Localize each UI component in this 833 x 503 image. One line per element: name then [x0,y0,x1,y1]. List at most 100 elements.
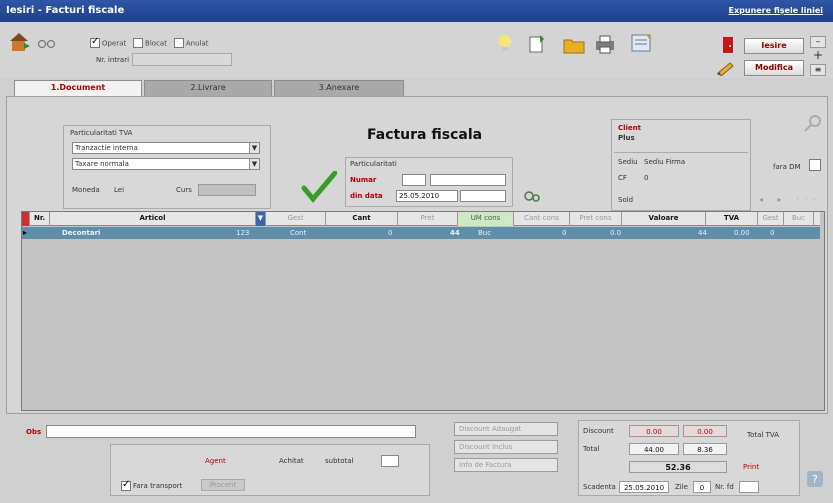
curs-field[interactable] [198,184,256,196]
col-cant-cons[interactable]: Cant cons [514,212,570,226]
achitat-label: Achitat [279,457,304,465]
invoice-window: Iesiri - Facturi fiscale Expunere fișele… [0,0,833,503]
plus-icon[interactable]: + [810,49,826,62]
tva-panel: Particularitati TVA Tranzactie interna ▼ … [63,125,271,209]
confirm-check-icon[interactable] [301,170,338,203]
footer-panel: Obs Agent Achitat subtotal Fara transpor… [0,414,833,503]
client-name[interactable]: Plus [618,134,635,142]
exit-door-icon[interactable] [722,36,734,54]
fara-dm-checkbox[interactable] [809,159,821,171]
fara-transport-option[interactable]: Fara transport [121,479,182,491]
new-document-icon[interactable] [528,34,546,54]
discount-value-2: 0.00 [683,425,727,437]
folder-icon[interactable] [563,36,585,54]
subtotal-label: subtotal [325,457,354,465]
total-value-1: 44.00 [629,443,679,455]
agent-panel: Agent Achitat subtotal Fara transport Pr… [110,444,430,496]
flag-anulat[interactable]: Anulat [173,38,208,49]
cell-pret[interactable]: 44 [450,227,460,239]
discount-adaugat-button[interactable]: Discount Adaugat [454,422,558,436]
cell-cant[interactable]: 0 [388,227,392,239]
cell-um[interactable]: Buc [478,227,491,239]
col-nr[interactable]: Nr. [30,212,50,226]
svg-text:?: ? [812,473,818,486]
cell-pret-cons[interactable]: 0.0 [610,227,621,239]
tab-livrare[interactable]: 2.Livrare [144,80,272,96]
obs-field[interactable] [46,425,416,438]
serie-field[interactable] [402,174,426,186]
numar-field[interactable] [430,174,506,186]
cell-cant-cons[interactable]: 0 [562,227,566,239]
achitat-field[interactable] [381,455,399,467]
info-factura-button[interactable]: Info de Factura [454,458,558,472]
cell-gest2[interactable]: 0 [770,227,774,239]
col-gest[interactable]: Gest [266,212,326,226]
col-valoare[interactable]: Valoare [622,212,706,226]
discount-inclus-button[interactable]: Discount Inclus [454,440,558,454]
articles-grid: Nr. Articol ▼ Gest Cant Pret UM cons Can… [21,211,825,411]
partid-title: Particularitati [350,160,397,168]
cell-gest[interactable]: Cont [290,227,306,239]
zile-field[interactable]: 0 [693,481,711,493]
collapse-icon[interactable]: – [810,36,826,48]
tranzactie-select[interactable]: Tranzactie interna ▼ [72,142,260,154]
home-icon[interactable] [8,32,32,54]
col-tva[interactable]: TVA [706,212,758,226]
curs-label: Curs [176,186,192,194]
refresh-icon[interactable] [523,189,541,203]
nr-field[interactable] [739,481,759,493]
table-row[interactable]: ▸ Decontari 123 Cont 0 44 Buc 0 0.0 44 0… [22,227,820,239]
window-title: Iesiri - Facturi fiscale [6,5,125,16]
flag-operat[interactable]: Operat [90,36,126,49]
glasses-icon[interactable] [37,36,56,50]
lightbulb-icon[interactable] [498,34,512,54]
grand-total: 52.36 [629,461,727,473]
taxare-select[interactable]: Taxare normala ▼ [72,158,260,170]
din-data-field[interactable]: 25.05.2010 [396,190,458,202]
col-pret-cons[interactable]: Pret cons [570,212,622,226]
help-icon[interactable]: ? [806,470,824,488]
print-label[interactable]: Print [743,463,759,471]
printer-icon[interactable] [594,35,616,54]
col-gest2[interactable]: Gest [758,212,784,226]
sediu-value[interactable]: Sediu Firma [644,158,685,166]
status-flags: Operat Blocat Anulat [90,36,240,50]
nr-intrari-field[interactable] [132,53,232,66]
col-pret[interactable]: Pret [398,212,458,226]
total-value-2: 8.36 [683,443,727,455]
col-articol[interactable]: Articol [50,212,256,226]
flag-blocat[interactable]: Blocat [133,38,167,49]
grid-header: Nr. Articol ▼ Gest Cant Pret UM cons Can… [22,212,820,226]
col-cant[interactable]: Cant [326,212,398,226]
exit-button[interactable]: Iesire [744,38,804,54]
col-um-cons[interactable]: UM cons [458,212,514,226]
moneda-label: Moneda [72,186,100,194]
tva-title: Particularitati TVA [70,129,133,137]
col-buc[interactable]: Buc [784,212,814,226]
procent-button[interactable]: Procent [201,479,245,491]
cell-tva[interactable]: 0.00 [734,227,750,239]
cell-cod: 123 [236,229,250,237]
cell-valoare[interactable]: 44 [698,227,707,239]
scadenta-field[interactable]: 25.05.2010 [619,481,669,493]
total-tva-label: Total TVA [747,431,779,439]
edit-pencil-icon[interactable] [716,60,738,77]
fara-dm-label: fara DM [773,163,801,171]
toolbar: Operat Blocat Anulat Nr. intrari Iesire … [0,22,833,78]
top-link[interactable]: Expunere fișele liniei [729,6,823,15]
col-articol-dropdown-icon[interactable]: ▼ [256,212,266,226]
agent-label[interactable]: Agent [205,457,226,465]
cui-value: 0 [644,174,649,182]
menu-icon[interactable]: ≡ [810,64,826,76]
nr-intrari-label: Nr. intrari [96,56,130,64]
din-data-extra[interactable] [460,190,506,202]
din-data-label: din data [350,192,383,200]
tab-document[interactable]: 1.Document [14,80,142,97]
modify-button[interactable]: Modifica [744,60,804,76]
numar-label: Numar [350,176,377,184]
tab-anexare[interactable]: 3.Anexare [274,80,404,96]
nav-arrows[interactable]: ◂ ▸ ··· [759,195,827,207]
cell-articol[interactable]: Decontari [62,227,100,239]
search-icon[interactable] [803,113,823,133]
report-icon[interactable] [630,32,654,54]
